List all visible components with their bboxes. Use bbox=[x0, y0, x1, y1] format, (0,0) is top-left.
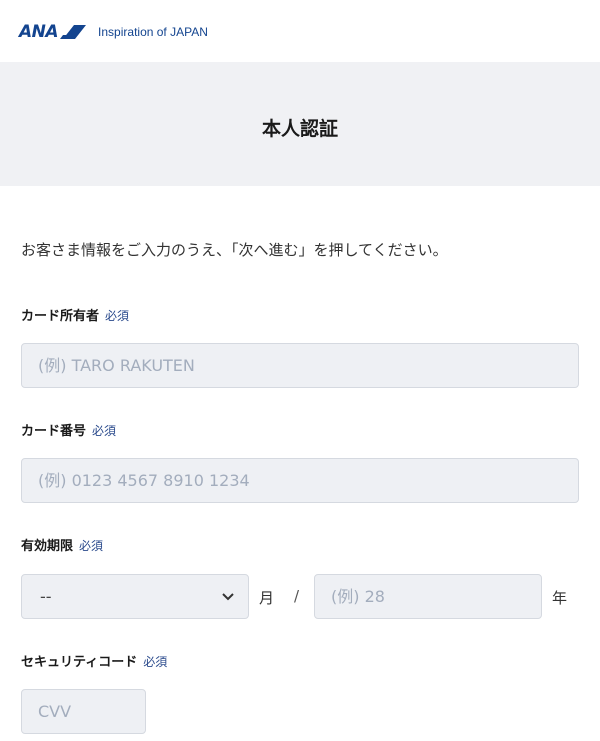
required-badge: 必須 bbox=[143, 655, 168, 669]
logo-tagline: Inspiration of JAPAN bbox=[98, 25, 208, 39]
required-badge: 必須 bbox=[79, 539, 104, 553]
expiry-separator: / bbox=[294, 587, 300, 605]
card-holder-label: カード所有者 必須 bbox=[21, 305, 129, 324]
title-band: 本人認証 bbox=[0, 62, 600, 186]
month-unit: 月 bbox=[259, 589, 275, 607]
card-holder-input[interactable] bbox=[21, 343, 579, 388]
year-unit: 年 bbox=[552, 589, 568, 607]
required-badge: 必須 bbox=[92, 424, 117, 438]
expiry-label: 有効期限 必須 bbox=[21, 535, 103, 554]
security-code-label-text: セキュリティコード bbox=[21, 655, 138, 670]
card-number-label: カード番号 必須 bbox=[21, 420, 116, 439]
instruction-text: お客さま情報をご入力のうえ、「次へ進む」を押してください。 bbox=[21, 241, 448, 259]
card-number-input[interactable] bbox=[21, 458, 579, 503]
security-code-label: セキュリティコード 必須 bbox=[21, 651, 167, 670]
expiry-label-text: 有効期限 bbox=[21, 539, 74, 554]
ana-logo-mark-icon bbox=[60, 25, 87, 39]
expiry-month-select[interactable]: -- bbox=[21, 574, 249, 619]
header-bar: ANA Inspiration of JAPAN bbox=[0, 0, 600, 62]
page-title: 本人認証 bbox=[261, 117, 338, 140]
chevron-down-icon bbox=[222, 592, 234, 600]
security-code-input[interactable] bbox=[21, 689, 146, 734]
expiry-month-value: -- bbox=[40, 587, 52, 606]
logo-wordmark: ANA bbox=[19, 22, 59, 42]
ana-logo[interactable]: ANA Inspiration of JAPAN bbox=[19, 23, 208, 41]
card-number-label-text: カード番号 bbox=[21, 424, 87, 439]
required-badge: 必須 bbox=[105, 309, 130, 323]
card-holder-label-text: カード所有者 bbox=[21, 309, 100, 324]
expiry-year-input[interactable] bbox=[314, 574, 542, 619]
